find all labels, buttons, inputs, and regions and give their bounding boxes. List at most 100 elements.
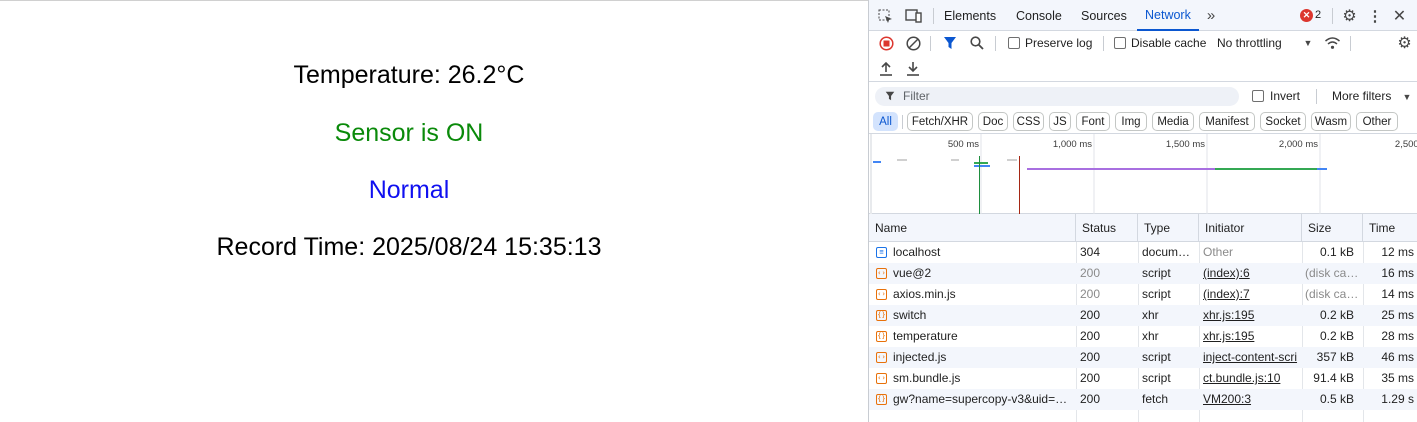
filter-placeholder: Filter <box>903 89 930 103</box>
request-size: 0.1 kB <box>1319 245 1354 259</box>
type-filter-other[interactable]: Other <box>1356 112 1398 131</box>
type-filter-fetch-xhr[interactable]: Fetch/XHR <box>907 112 973 131</box>
type-filter-font[interactable]: Font <box>1076 112 1110 131</box>
request-name: axios.min.js <box>893 287 956 301</box>
network-conditions-icon[interactable] <box>1323 35 1341 51</box>
inspect-element-icon[interactable] <box>877 8 893 24</box>
request-name: temperature <box>893 329 958 343</box>
column-time[interactable]: Time <box>1363 214 1417 242</box>
type-filter-wasm[interactable]: Wasm <box>1311 112 1351 131</box>
request-size: 91.4 kB <box>1313 371 1354 385</box>
request-initiator-link[interactable]: xhr.js:195 <box>1197 305 1300 326</box>
resource-type-filters: All Fetch/XHR Doc CSS JS Font Img Media … <box>869 110 1417 134</box>
more-tabs-icon[interactable]: » <box>1203 7 1219 24</box>
column-type[interactable]: Type <box>1138 214 1199 242</box>
import-export-toolbar <box>869 56 1417 82</box>
request-time: 1.29 s <box>1381 392 1414 406</box>
throttling-select[interactable]: No throttling <box>1217 36 1282 50</box>
search-icon[interactable] <box>969 35 985 51</box>
script-file-icon: ‹› <box>876 373 887 384</box>
type-filter-media[interactable]: Media <box>1152 112 1194 131</box>
request-name: switch <box>893 308 927 322</box>
request-type: script <box>1142 371 1171 385</box>
request-status: 200 <box>1080 287 1101 301</box>
devtools-tabbar: Elements Console Sources Network » ✕ 2 ⚙… <box>869 0 1417 31</box>
request-size: (disk ca… <box>1305 287 1359 301</box>
request-size: 0.2 kB <box>1319 308 1354 322</box>
export-har-icon[interactable] <box>905 60 921 76</box>
type-filter-all[interactable]: All <box>873 112 898 131</box>
request-size: 0.5 kB <box>1319 392 1354 406</box>
timeline-tick-2000: 2,000 ms <box>1279 139 1318 150</box>
timeline-overview[interactable]: 500 ms 1,000 ms 1,500 ms 2,000 ms 2,500 … <box>869 134 1417 214</box>
tab-sources[interactable]: Sources <box>1081 0 1127 31</box>
request-initiator-link[interactable]: inject-content-scri <box>1197 347 1300 368</box>
more-filters-button[interactable]: More filters <box>1332 89 1391 103</box>
table-row[interactable]: {} temperature 200 xhr xhr.js:195 0.2 kB… <box>869 326 1417 347</box>
column-size[interactable]: Size <box>1302 214 1363 242</box>
error-icon[interactable]: ✕ <box>1300 9 1313 22</box>
column-status[interactable]: Status <box>1076 214 1138 242</box>
request-status: 200 <box>1080 266 1101 280</box>
device-toolbar-icon[interactable] <box>904 8 922 24</box>
tab-elements[interactable]: Elements <box>944 0 996 31</box>
devtools-panel: Elements Console Sources Network » ✕ 2 ⚙… <box>868 0 1417 422</box>
request-time: 35 ms <box>1381 371 1414 385</box>
type-filter-manifest[interactable]: Manifest <box>1199 112 1255 131</box>
timeline-tick-1000: 1,000 ms <box>1053 139 1092 150</box>
filter-icon <box>884 90 896 102</box>
request-initiator-link[interactable]: ct.bundle.js:10 <box>1197 368 1300 389</box>
type-filter-doc[interactable]: Doc <box>978 112 1008 131</box>
request-status: 200 <box>1080 371 1101 385</box>
state-text: Normal <box>368 176 450 204</box>
tab-console[interactable]: Console <box>1016 0 1062 31</box>
table-row[interactable]: ‹› axios.min.js 200 script (index):7 (di… <box>869 284 1417 305</box>
table-row[interactable]: ‹› vue@2 200 script (index):6 (disk ca… … <box>869 263 1417 284</box>
table-row[interactable]: {} gw?name=supercopy-v3&uid=… 200 fetch … <box>869 389 1417 410</box>
request-size: 0.2 kB <box>1319 329 1354 343</box>
document-file-icon: ≡ <box>876 247 887 258</box>
error-count[interactable]: 2 <box>1315 9 1321 21</box>
request-size: 357 kB <box>1316 350 1354 364</box>
import-har-icon[interactable] <box>878 60 894 76</box>
request-time: 28 ms <box>1381 329 1414 343</box>
chevron-down-icon[interactable]: ▼ <box>1302 36 1314 50</box>
close-icon[interactable]: ✕ <box>1391 7 1408 25</box>
kebab-menu-icon[interactable]: ⋮ <box>1368 7 1383 25</box>
request-type: script <box>1142 266 1171 280</box>
request-type: script <box>1142 287 1171 301</box>
column-name[interactable]: Name <box>869 214 1076 242</box>
settings-gear-icon[interactable]: ⚙ <box>1341 7 1358 25</box>
record-stop-icon[interactable] <box>878 35 894 51</box>
request-initiator-link[interactable]: xhr.js:195 <box>1197 326 1300 347</box>
request-name: sm.bundle.js <box>893 371 961 385</box>
more-filters-chevron-icon[interactable]: ▼ <box>1401 90 1413 104</box>
type-filter-socket[interactable]: Socket <box>1260 112 1306 131</box>
preserve-log-checkbox[interactable] <box>1008 37 1020 49</box>
request-initiator-link[interactable]: VM200:3 <box>1197 389 1300 410</box>
disable-cache-label: Disable cache <box>1131 36 1207 50</box>
invert-checkbox[interactable] <box>1252 90 1264 102</box>
request-initiator-link[interactable]: (index):7 <box>1197 284 1300 305</box>
table-row[interactable]: ‹› injected.js 200 script inject-content… <box>869 347 1417 368</box>
table-row[interactable]: ‹› sm.bundle.js 200 script ct.bundle.js:… <box>869 368 1417 389</box>
request-initiator-link[interactable]: (index):6 <box>1197 263 1300 284</box>
table-row[interactable]: ≡ localhost 304 docum… Other 0.1 kB 12 m… <box>869 242 1417 263</box>
clear-icon[interactable] <box>905 35 921 51</box>
network-settings-gear-icon[interactable]: ⚙ <box>1396 34 1413 52</box>
request-name: gw?name=supercopy-v3&uid=… <box>893 392 1068 406</box>
request-status: 200 <box>1080 350 1101 364</box>
record-time-text: Record Time: 2025/08/24 15:35:13 <box>216 233 602 261</box>
filter-funnel-icon[interactable] <box>942 35 958 51</box>
disable-cache-checkbox[interactable] <box>1114 37 1126 49</box>
type-filter-js[interactable]: JS <box>1049 112 1071 131</box>
request-name: localhost <box>893 245 941 259</box>
tab-network[interactable]: Network <box>1137 0 1199 31</box>
request-size: (disk ca… <box>1305 266 1359 280</box>
column-initiator[interactable]: Initiator <box>1199 214 1302 242</box>
table-row[interactable]: {} switch 200 xhr xhr.js:195 0.2 kB 25 m… <box>869 305 1417 326</box>
request-type: script <box>1142 350 1171 364</box>
type-filter-css[interactable]: CSS <box>1013 112 1044 131</box>
request-type: fetch <box>1142 392 1169 406</box>
type-filter-img[interactable]: Img <box>1115 112 1147 131</box>
